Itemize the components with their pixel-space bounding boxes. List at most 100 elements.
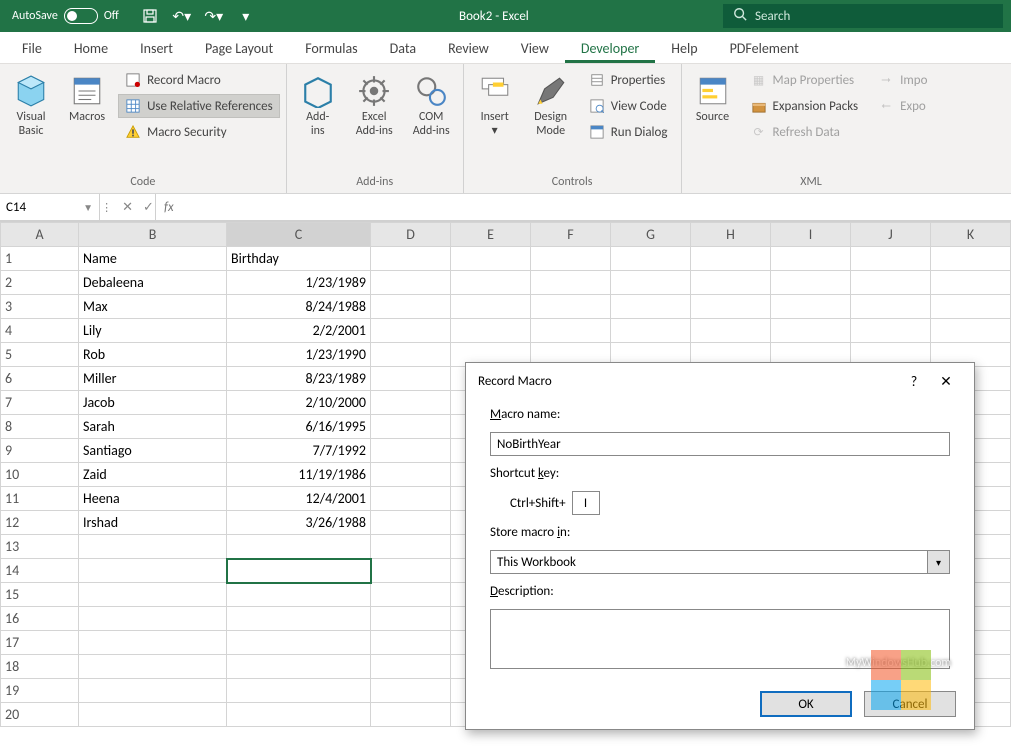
cell-C19[interactable] xyxy=(227,679,371,703)
autosave-toggle[interactable]: AutoSave Off xyxy=(0,8,131,24)
tab-file[interactable]: File xyxy=(6,34,58,63)
cell-C11[interactable]: 12/4/2001 xyxy=(227,487,371,511)
cell-F1[interactable] xyxy=(531,247,611,271)
source-button[interactable]: Source xyxy=(688,68,738,130)
enter-formula-icon[interactable]: ✓ xyxy=(143,200,154,215)
cell-E1[interactable] xyxy=(451,247,531,271)
design-mode-button[interactable]: Design Mode xyxy=(526,68,576,144)
cancel-formula-icon[interactable]: ✕ xyxy=(122,200,133,215)
tab-help[interactable]: Help xyxy=(655,34,713,63)
cell-G4[interactable] xyxy=(611,319,691,343)
column-header-I[interactable]: I xyxy=(771,223,851,247)
undo-icon[interactable]: ↶▾ xyxy=(171,5,193,27)
cell-E2[interactable] xyxy=(451,271,531,295)
cell-G2[interactable] xyxy=(611,271,691,295)
cell-B5[interactable]: Rob xyxy=(79,343,227,367)
cell-B7[interactable]: Jacob xyxy=(79,391,227,415)
column-header-G[interactable]: G xyxy=(611,223,691,247)
cell-B2[interactable]: Debaleena xyxy=(79,271,227,295)
cell-C17[interactable] xyxy=(227,631,371,655)
qat-customize-icon[interactable]: ▾ xyxy=(235,5,257,27)
cell-B17[interactable] xyxy=(79,631,227,655)
cell-G3[interactable] xyxy=(611,295,691,319)
cell-D16[interactable] xyxy=(371,607,451,631)
cell-B19[interactable] xyxy=(79,679,227,703)
cell-D18[interactable] xyxy=(371,655,451,679)
cell-C6[interactable]: 8/23/1989 xyxy=(227,367,371,391)
cell-I3[interactable] xyxy=(771,295,851,319)
tab-insert[interactable]: Insert xyxy=(124,34,189,63)
com-addins-button[interactable]: COM Add-ins xyxy=(406,68,457,144)
tab-formulas[interactable]: Formulas xyxy=(289,34,373,63)
cell-B6[interactable]: Miller xyxy=(79,367,227,391)
cell-D4[interactable] xyxy=(371,319,451,343)
column-header-E[interactable]: E xyxy=(451,223,531,247)
insert-controls-button[interactable]: Insert▾ xyxy=(470,68,520,144)
cell-C5[interactable]: 1/23/1990 xyxy=(227,343,371,367)
redo-icon[interactable]: ↷▾ xyxy=(203,5,225,27)
cell-C3[interactable]: 8/24/1988 xyxy=(227,295,371,319)
cell-H2[interactable] xyxy=(691,271,771,295)
cell-C14[interactable] xyxy=(227,559,371,583)
cell-D10[interactable] xyxy=(371,463,451,487)
cell-A7[interactable] xyxy=(1,391,79,415)
column-header-D[interactable]: D xyxy=(371,223,451,247)
cell-D5[interactable] xyxy=(371,343,451,367)
column-header-B[interactable]: B xyxy=(79,223,227,247)
cell-D14[interactable] xyxy=(371,559,451,583)
cell-J4[interactable] xyxy=(851,319,931,343)
excel-addins-button[interactable]: Excel Add-ins xyxy=(349,68,400,144)
cell-C7[interactable]: 2/10/2000 xyxy=(227,391,371,415)
cell-C9[interactable]: 7/7/1992 xyxy=(227,439,371,463)
cell-J1[interactable] xyxy=(851,247,931,271)
macro-security-button[interactable]: Macro Security xyxy=(118,120,280,144)
cell-B14[interactable] xyxy=(79,559,227,583)
cell-C12[interactable]: 3/26/1988 xyxy=(227,511,371,535)
cell-A2[interactable] xyxy=(1,271,79,295)
run-dialog-button[interactable]: Run Dialog xyxy=(582,120,675,144)
dialog-close-button[interactable]: ✕ xyxy=(930,373,962,390)
visual-basic-button[interactable]: Visual Basic xyxy=(6,68,56,144)
cell-H3[interactable] xyxy=(691,295,771,319)
cell-B12[interactable]: Irshad xyxy=(79,511,227,535)
tab-home[interactable]: Home xyxy=(58,34,124,63)
cell-D3[interactable] xyxy=(371,295,451,319)
formula-input[interactable]: fx xyxy=(156,194,1011,220)
cell-A6[interactable] xyxy=(1,367,79,391)
cell-B10[interactable]: Zaid xyxy=(79,463,227,487)
name-box[interactable]: C14 ▼ xyxy=(0,194,100,220)
column-header-J[interactable]: J xyxy=(851,223,931,247)
chevron-down-icon[interactable]: ▾ xyxy=(927,551,949,573)
cell-D13[interactable] xyxy=(371,535,451,559)
cell-K1[interactable] xyxy=(931,247,1011,271)
cell-K2[interactable] xyxy=(931,271,1011,295)
cell-B20[interactable] xyxy=(79,703,227,727)
cell-C1[interactable]: Birthday xyxy=(227,247,371,271)
addins-button[interactable]: Add- ins xyxy=(293,68,343,144)
cell-C16[interactable] xyxy=(227,607,371,631)
tab-pdfelement[interactable]: PDFelement xyxy=(714,34,815,63)
cell-C2[interactable]: 1/23/1989 xyxy=(227,271,371,295)
view-code-button[interactable]: View Code xyxy=(582,94,675,118)
cell-A4[interactable] xyxy=(1,319,79,343)
tab-review[interactable]: Review xyxy=(432,34,505,63)
macro-name-input[interactable] xyxy=(490,432,950,456)
cell-A8[interactable] xyxy=(1,415,79,439)
tab-developer[interactable]: Developer xyxy=(565,34,655,63)
cell-C13[interactable] xyxy=(227,535,371,559)
cell-B1[interactable]: Name xyxy=(79,247,227,271)
column-header-H[interactable]: H xyxy=(691,223,771,247)
fx-icon[interactable]: fx xyxy=(164,200,174,215)
cell-D2[interactable] xyxy=(371,271,451,295)
search-box[interactable]: Search xyxy=(723,4,1003,28)
cell-G1[interactable] xyxy=(611,247,691,271)
cell-C20[interactable] xyxy=(227,703,371,727)
cell-B18[interactable] xyxy=(79,655,227,679)
cell-D20[interactable] xyxy=(371,703,451,727)
cell-D7[interactable] xyxy=(371,391,451,415)
cell-C18[interactable] xyxy=(227,655,371,679)
name-box-dropdown-icon[interactable]: ▼ xyxy=(83,201,93,214)
ok-button[interactable]: OK xyxy=(760,691,852,717)
cell-K4[interactable] xyxy=(931,319,1011,343)
cell-F3[interactable] xyxy=(531,295,611,319)
